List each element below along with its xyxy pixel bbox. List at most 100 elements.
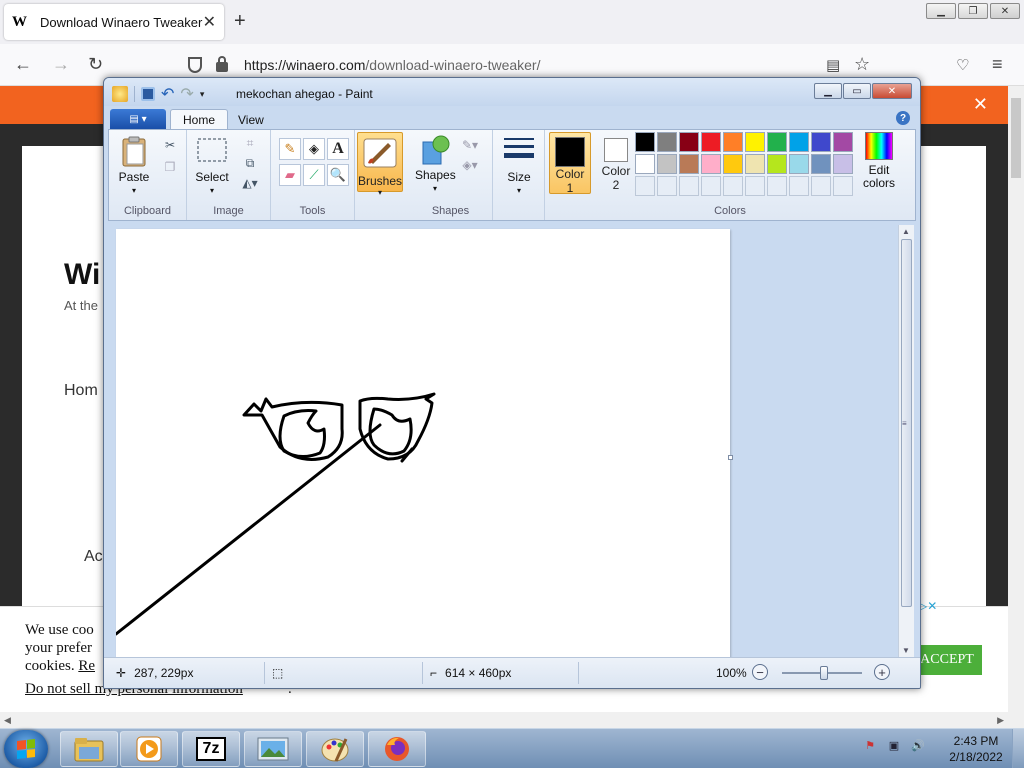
palette-swatch-empty[interactable] xyxy=(679,176,699,196)
breadcrumb-home[interactable]: Hom xyxy=(64,382,98,400)
menu-icon[interactable]: ≡ xyxy=(992,54,1003,75)
zoom-out-button[interactable]: − xyxy=(752,664,768,680)
crop-icon[interactable]: ⌗ xyxy=(241,134,259,152)
lock-icon[interactable] xyxy=(216,56,228,72)
fill-icon[interactable]: ◈ xyxy=(303,138,325,160)
palette-swatch[interactable] xyxy=(679,154,699,174)
copy-icon[interactable]: ❐ xyxy=(161,158,179,176)
page-scrollbar-horizontal[interactable]: ◀ ▶ xyxy=(0,712,1024,728)
palette-swatch[interactable] xyxy=(789,132,809,152)
palette-swatch-empty[interactable] xyxy=(723,176,743,196)
action-center-flag-icon[interactable]: ⚑ xyxy=(862,737,878,753)
scroll-left-icon[interactable]: ◀ xyxy=(4,715,11,726)
palette-swatch-empty[interactable] xyxy=(811,176,831,196)
start-button[interactable] xyxy=(4,730,48,768)
tab-close-icon[interactable]: ✕ xyxy=(203,12,216,32)
palette-swatch[interactable] xyxy=(723,132,743,152)
color-picker-icon[interactable]: ⟋ xyxy=(303,164,325,186)
address-bar[interactable]: https://winaero.com/download-winaero-twe… xyxy=(188,52,888,78)
reload-icon[interactable]: ↻ xyxy=(88,54,103,75)
paint-app-icon[interactable] xyxy=(112,86,128,102)
paint-maximize-button[interactable]: ▭ xyxy=(843,83,871,99)
customize-dropdown-icon[interactable]: ▾ xyxy=(200,89,205,100)
minimize-button[interactable]: ▁ xyxy=(926,3,956,19)
close-button[interactable]: ✕ xyxy=(990,3,1020,19)
magnifier-icon[interactable]: 🔍 xyxy=(327,164,349,186)
page-scrollbar-vertical[interactable] xyxy=(1008,86,1024,712)
palette-swatch-empty[interactable] xyxy=(701,176,721,196)
restore-button[interactable]: ❐ xyxy=(958,3,988,19)
banner-close-icon[interactable]: ✕ xyxy=(973,94,988,115)
taskbar-photo-viewer[interactable] xyxy=(244,731,302,767)
palette-swatch[interactable] xyxy=(635,154,655,174)
show-desktop-button[interactable] xyxy=(1012,729,1024,768)
edit-colors-button[interactable]: Edit colors xyxy=(857,132,901,190)
canvas-scrollbar[interactable]: ▲ ≡ ▼ xyxy=(898,225,914,657)
new-tab-icon[interactable]: + xyxy=(234,10,246,33)
undo-icon[interactable]: ↶ xyxy=(161,84,174,104)
cut-icon[interactable]: ✂ xyxy=(161,136,179,154)
network-icon[interactable]: ▣ xyxy=(886,737,902,753)
tab-home[interactable]: Home xyxy=(170,109,229,130)
tab-view[interactable]: View xyxy=(226,109,276,130)
color2-button[interactable]: Color 2 xyxy=(595,132,637,194)
pencil-icon[interactable]: ✎ xyxy=(279,138,301,160)
brushes-button[interactable]: Brushes ▾ xyxy=(357,132,403,197)
star-icon[interactable]: ☆ xyxy=(854,54,870,75)
palette-swatch[interactable] xyxy=(767,132,787,152)
zoom-slider-knob[interactable] xyxy=(820,666,828,680)
reader-view-icon[interactable]: ▤ xyxy=(826,56,840,74)
browser-tab[interactable]: W Download Winaero Tweaker ✕ xyxy=(4,4,224,40)
size-button[interactable]: Size ▾ xyxy=(501,134,537,197)
palette-swatch[interactable] xyxy=(811,132,831,152)
palette-swatch[interactable] xyxy=(745,154,765,174)
scroll-up-icon[interactable]: ▲ xyxy=(902,227,910,236)
palette-swatch[interactable] xyxy=(701,132,721,152)
pocket-icon[interactable]: ♡ xyxy=(956,56,969,74)
shield-icon[interactable] xyxy=(188,57,202,73)
canvas-resize-handle[interactable] xyxy=(728,455,733,460)
palette-swatch[interactable] xyxy=(657,132,677,152)
zoom-in-button[interactable]: + xyxy=(874,664,890,680)
palette-swatch[interactable] xyxy=(833,154,853,174)
paste-button[interactable]: Paste ▾ xyxy=(117,136,151,197)
taskbar-media-player[interactable] xyxy=(120,731,178,767)
select-button[interactable]: Select ▾ xyxy=(193,136,231,197)
drawing-canvas[interactable] xyxy=(114,229,730,657)
palette-swatch-empty[interactable] xyxy=(767,176,787,196)
forward-arrow-icon[interactable]: → xyxy=(52,54,70,75)
shape-fill-icon[interactable]: ◈▾ xyxy=(461,156,479,174)
palette-swatch[interactable] xyxy=(701,154,721,174)
paint-close-button[interactable]: ✕ xyxy=(872,83,912,99)
resize-icon[interactable]: ⧉ xyxy=(241,154,259,172)
outline-icon[interactable]: ✎▾ xyxy=(461,136,479,154)
palette-swatch-empty[interactable] xyxy=(745,176,765,196)
text-icon[interactable]: A xyxy=(327,138,349,160)
back-arrow-icon[interactable]: ← xyxy=(14,54,32,75)
scroll-right-icon[interactable]: ▶ xyxy=(997,715,1004,726)
taskbar-file-explorer[interactable] xyxy=(60,731,118,767)
scroll-down-icon[interactable]: ▼ xyxy=(902,646,910,655)
palette-swatch-empty[interactable] xyxy=(789,176,809,196)
redo-icon[interactable]: ↷ xyxy=(180,84,193,104)
palette-swatch-empty[interactable] xyxy=(657,176,677,196)
zoom-slider[interactable] xyxy=(782,666,862,680)
rotate-icon[interactable]: ◭▾ xyxy=(241,174,259,192)
palette-swatch[interactable] xyxy=(745,132,765,152)
cookie-read-more-link[interactable]: Re xyxy=(78,658,95,674)
eraser-icon[interactable]: ▰ xyxy=(279,164,301,186)
palette-swatch[interactable] xyxy=(767,154,787,174)
taskbar-7zip[interactable]: 7z xyxy=(182,731,240,767)
taskbar-paint[interactable] xyxy=(306,731,364,767)
palette-swatch[interactable] xyxy=(789,154,809,174)
palette-swatch[interactable] xyxy=(811,154,831,174)
palette-swatch[interactable] xyxy=(635,132,655,152)
volume-icon[interactable]: 🔊 xyxy=(910,737,926,753)
palette-swatch[interactable] xyxy=(657,154,677,174)
color1-button[interactable]: Color 1 xyxy=(549,132,591,195)
paint-minimize-button[interactable]: ▁ xyxy=(814,83,842,99)
palette-swatch[interactable] xyxy=(833,132,853,152)
file-menu-button[interactable]: ▤ ▾ xyxy=(110,109,166,129)
scroll-thumb[interactable] xyxy=(1011,98,1021,178)
shapes-button[interactable]: Shapes ▾ xyxy=(415,134,456,195)
